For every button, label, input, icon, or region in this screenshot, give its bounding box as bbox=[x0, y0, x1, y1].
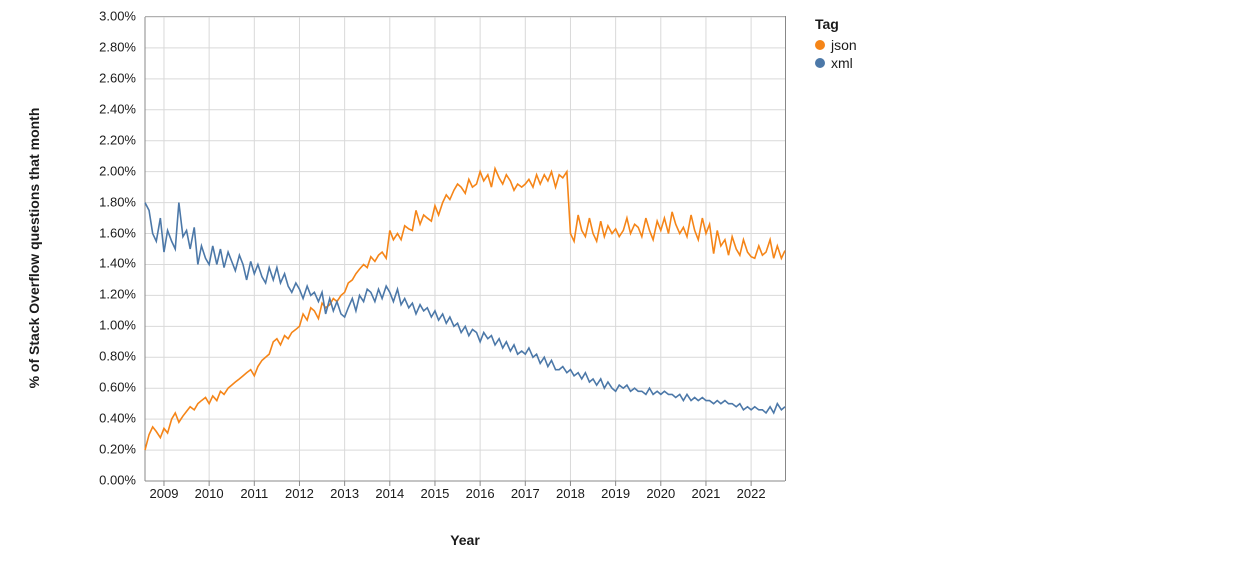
legend-item-xml[interactable]: xml bbox=[815, 54, 857, 72]
x-tick: 2009 bbox=[150, 486, 179, 501]
x-tick: 2016 bbox=[466, 486, 495, 501]
x-tick-labels: 2009 2010 2011 2012 2013 2014 2015 2016 2017 2018… bbox=[145, 484, 785, 504]
legend-swatch-icon bbox=[815, 40, 825, 50]
x-axis-label: Year bbox=[450, 532, 480, 548]
y-tick: 1.80% bbox=[99, 194, 136, 209]
x-tick: 2015 bbox=[420, 486, 449, 501]
y-tick: 2.00% bbox=[99, 163, 136, 178]
y-tick: 1.60% bbox=[99, 225, 136, 240]
plot-area bbox=[145, 16, 786, 481]
x-tick: 2013 bbox=[330, 486, 359, 501]
y-tick: 0.20% bbox=[99, 442, 136, 457]
series-json bbox=[145, 169, 785, 451]
legend: Tag jsonxml bbox=[815, 16, 857, 72]
legend-item-json[interactable]: json bbox=[815, 36, 857, 54]
y-tick: 2.60% bbox=[99, 70, 136, 85]
y-tick: 1.40% bbox=[99, 256, 136, 271]
y-tick: 0.60% bbox=[99, 380, 136, 395]
y-tick: 0.80% bbox=[99, 349, 136, 364]
chart-container: { "chart_data": { "type": "line", "title… bbox=[0, 0, 1238, 579]
x-tick: 2022 bbox=[737, 486, 766, 501]
x-tick: 2017 bbox=[511, 486, 540, 501]
y-tick: 0.00% bbox=[99, 473, 136, 488]
y-tick: 2.80% bbox=[99, 39, 136, 54]
x-tick: 2020 bbox=[646, 486, 675, 501]
x-tick: 2011 bbox=[240, 486, 268, 501]
legend-title: Tag bbox=[815, 16, 857, 32]
x-tick: 2010 bbox=[195, 486, 224, 501]
legend-label: xml bbox=[831, 54, 853, 72]
y-tick: 3.00% bbox=[99, 9, 136, 24]
x-tick: 2021 bbox=[691, 486, 720, 501]
y-tick: 0.40% bbox=[99, 411, 136, 426]
y-tick: 1.00% bbox=[99, 318, 136, 333]
y-tick: 2.20% bbox=[99, 132, 136, 147]
legend-label: json bbox=[831, 36, 857, 54]
x-tick: 2012 bbox=[285, 486, 314, 501]
y-tick: 2.40% bbox=[99, 101, 136, 116]
y-tick-labels: 0.00%0.20%0.40%0.60%0.80%1.00%1.20%1.40%… bbox=[0, 16, 140, 480]
x-tick: 2018 bbox=[556, 486, 585, 501]
x-tick: 2019 bbox=[601, 486, 630, 501]
x-tick: 2014 bbox=[375, 486, 404, 501]
legend-swatch-icon bbox=[815, 58, 825, 68]
y-tick: 1.20% bbox=[99, 287, 136, 302]
series-xml bbox=[145, 203, 785, 413]
